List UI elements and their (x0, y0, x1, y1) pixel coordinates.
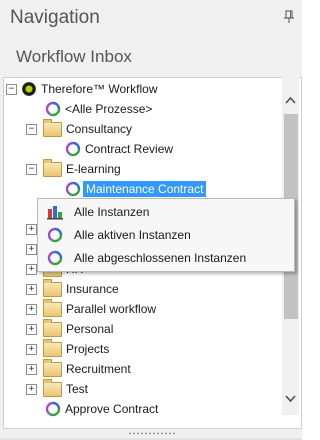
tree-node-label-selected: Maintenance Contract (83, 181, 207, 197)
active-instances-icon (47, 227, 63, 243)
expand-parallel-workflow-icon[interactable]: + (26, 304, 37, 315)
tree-node-recruitment[interactable]: Recruitment (43, 358, 131, 379)
collapse-root-icon[interactable]: − (6, 84, 17, 95)
menu-item-label: Alle Instanzen (74, 205, 150, 219)
tree-node-label: Insurance (66, 282, 119, 296)
tree-node-label: Therefore™ Workflow (41, 82, 158, 96)
scroll-down-arrow-icon[interactable] (284, 392, 297, 405)
panel-header-title: Navigation (10, 7, 100, 28)
workflow-process-icon (45, 401, 61, 417)
tree-node-maintenance-contract[interactable]: Maintenance Contract (65, 179, 207, 199)
tree-node-label: Test (66, 382, 89, 396)
folder-icon (43, 378, 62, 397)
expand-test-icon[interactable]: + (26, 384, 37, 395)
context-menu: Alle Instanzen Alle aktiven Instanzen Al… (37, 198, 295, 272)
tree-node-contract-review[interactable]: Contract Review (65, 139, 173, 159)
folder-icon (43, 158, 62, 177)
workflow-inbox-title: Workflow Inbox (16, 47, 132, 66)
navigation-panel: Navigation Workflow Inbox − Therefore™ W… (0, 0, 302, 440)
tree-node-root[interactable]: Therefore™ Workflow (22, 79, 157, 99)
folder-icon (43, 318, 62, 337)
resize-grip-icon[interactable] (128, 432, 176, 435)
tree-node-consultancy[interactable]: Consultancy (43, 118, 133, 139)
tree-node-approve-contract[interactable]: Approve Contract (45, 399, 158, 419)
folder-icon (43, 358, 62, 377)
expand-folder-icon[interactable]: + (26, 224, 37, 235)
tree-node-label: Parallel workflow (66, 302, 157, 316)
workflow-process-icon (65, 181, 81, 197)
pin-icon[interactable] (283, 10, 295, 24)
expand-personal-icon[interactable]: + (26, 324, 37, 335)
menu-item-active-instances[interactable]: Alle aktiven Instanzen (38, 224, 294, 246)
tree-node-label: <Alle Prozesse> (65, 102, 153, 116)
menu-item-label: Alle abgeschlossenen Instanzen (74, 251, 247, 265)
tree-node-all-processes[interactable]: <Alle Prozesse> (45, 99, 152, 119)
expand-folder-icon[interactable]: + (26, 244, 37, 255)
tree-node-personal[interactable]: Personal (43, 318, 114, 339)
therefore-workflow-icon (22, 82, 36, 96)
tree-node-test[interactable]: Test (43, 378, 89, 399)
folder-icon (43, 338, 62, 357)
folder-icon (43, 118, 62, 137)
tree-node-insurance[interactable]: Insurance (43, 278, 119, 299)
menu-item-all-instances[interactable]: Alle Instanzen (38, 201, 294, 223)
folder-icon (43, 278, 62, 297)
completed-instances-icon (47, 250, 63, 266)
tree-node-parallel-workflow[interactable]: Parallel workflow (43, 298, 157, 319)
tree-node-label: Projects (66, 342, 110, 356)
workflow-process-icon (45, 101, 61, 117)
expand-projects-icon[interactable]: + (26, 344, 37, 355)
tree-node-label: Approve Contract (65, 402, 159, 416)
collapse-e-learning-icon[interactable]: − (26, 164, 37, 175)
tree-node-e-learning[interactable]: E-learning (43, 158, 121, 179)
expand-recruitment-icon[interactable]: + (26, 364, 37, 375)
tree-node-label: Personal (66, 322, 114, 336)
tree-node-label: Recruitment (66, 362, 131, 376)
tree-node-label: E-learning (66, 162, 121, 176)
all-instances-icon (47, 206, 63, 220)
tree-node-label: Consultancy (66, 122, 133, 136)
menu-item-completed-instances[interactable]: Alle abgeschlossenen Instanzen (38, 247, 294, 269)
tree-node-label: Contract Review (85, 142, 174, 156)
collapse-consultancy-icon[interactable]: − (26, 124, 37, 135)
folder-icon (43, 298, 62, 317)
tree-node-projects[interactable]: Projects (43, 338, 110, 359)
expand-hr-icon[interactable]: + (26, 264, 37, 275)
expand-insurance-icon[interactable]: + (26, 284, 37, 295)
workflow-process-icon (65, 141, 81, 157)
scroll-up-arrow-icon[interactable] (284, 94, 297, 107)
menu-item-label: Alle aktiven Instanzen (74, 228, 191, 242)
